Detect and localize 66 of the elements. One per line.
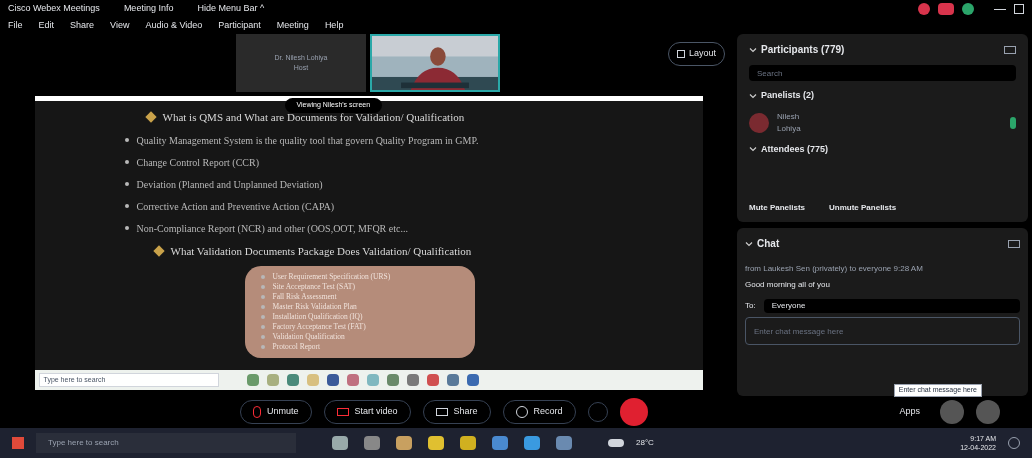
slide-subheading: What Validation Documents Package Does Validation/ Qualification	[170, 243, 472, 259]
chat-sender: from Laukesh Sen (privately) to everyone 9:28 AM	[745, 263, 924, 275]
panelist-name: Nilesh	[777, 110, 801, 123]
menu-item[interactable]: Meeting	[276, 19, 309, 33]
minimize-icon[interactable]	[994, 8, 1006, 10]
menu-item[interactable]: Participant	[218, 19, 261, 33]
hide-menu-link[interactable]: Hide Menu Bar ^	[197, 2, 265, 16]
bullet-icon	[144, 111, 157, 123]
bullet-icon	[152, 245, 165, 257]
layout-icon	[676, 49, 685, 58]
slide-bullet: Non-Compliance Report (NCR) and other (OOS,OOT, MFQR etc...	[136, 221, 408, 236]
attendees-header[interactable]: Attendees (775)	[761, 142, 829, 156]
camera-icon	[336, 408, 349, 416]
microphone-icon	[1010, 116, 1016, 129]
chevron-icon	[749, 45, 757, 54]
menu-item[interactable]: View	[110, 19, 130, 33]
chevron-icon	[749, 91, 757, 100]
panelist-surname: Lohiya	[777, 122, 801, 135]
participants-title[interactable]: Participants (779)	[761, 42, 845, 57]
apps-button[interactable]: Apps	[891, 405, 928, 419]
bullet-icon	[260, 275, 265, 279]
start-icon[interactable]	[12, 437, 24, 449]
popout-icon[interactable]	[1004, 45, 1016, 54]
bullet-icon	[260, 335, 265, 339]
slide-bullet: Corrective Action and Preventive Action (CAPA)	[136, 199, 335, 214]
chat-input[interactable]: Enter chat message here	[745, 317, 1020, 345]
menu-item[interactable]: File	[8, 19, 23, 33]
chat-message: Good morning all of you	[745, 279, 831, 291]
panelists-header[interactable]: Panelists (2)	[761, 89, 815, 103]
bullet-icon	[124, 226, 129, 230]
slide-bullet: Deviation (Planned and Unplanned Deviation)	[136, 177, 323, 192]
bullet-icon	[260, 285, 265, 289]
bullet-icon	[124, 160, 129, 164]
bullet-icon	[260, 315, 265, 319]
menu-item[interactable]: Share	[70, 19, 95, 33]
menu-item[interactable]: Audio & Video	[145, 19, 203, 33]
popout-icon[interactable]	[1008, 239, 1020, 248]
share-icon	[435, 408, 448, 416]
meeting-info-link[interactable]: Meeting Info	[123, 2, 174, 16]
to-label: To:	[745, 300, 756, 312]
bullet-icon	[124, 182, 129, 186]
slide-bullet: Change Control Report (CCR)	[136, 155, 259, 170]
maximize-icon[interactable]	[1014, 4, 1024, 14]
taskbar-search-field[interactable]: Type here to search	[36, 433, 296, 453]
record-indicator-icon	[918, 3, 930, 15]
menu-item[interactable]: Edit	[38, 19, 55, 33]
end-call-icon[interactable]	[619, 398, 648, 426]
mute-panelists-button[interactable]: Mute Panelists	[749, 202, 805, 214]
bullet-icon	[260, 305, 265, 309]
bullet-icon	[124, 204, 129, 208]
slide-heading: What is QMS and What are Documents for Validation/ Qualification	[162, 110, 465, 125]
bullet-icon	[124, 138, 129, 142]
chat-title[interactable]: Chat	[757, 236, 780, 251]
slide-bullet: Quality Management System is the quality tool that govern Quality Program in GMP.	[136, 133, 479, 148]
menu-item[interactable]: Help	[324, 19, 344, 33]
weather-text: 28°C	[636, 437, 654, 449]
unmute-panelists-button[interactable]: Unmute Panelists	[829, 202, 897, 214]
search-field[interactable]: Search	[749, 65, 1016, 81]
chevron-icon	[745, 239, 753, 248]
recipient-dropdown[interactable]: Everyone	[763, 299, 1020, 313]
avatar-icon	[749, 112, 769, 133]
bullet-icon	[260, 295, 265, 299]
bullet-icon	[260, 345, 265, 349]
app-title: Cisco Webex Meetings	[8, 2, 100, 16]
chevron-icon	[749, 145, 757, 154]
bullet-icon	[260, 325, 265, 329]
